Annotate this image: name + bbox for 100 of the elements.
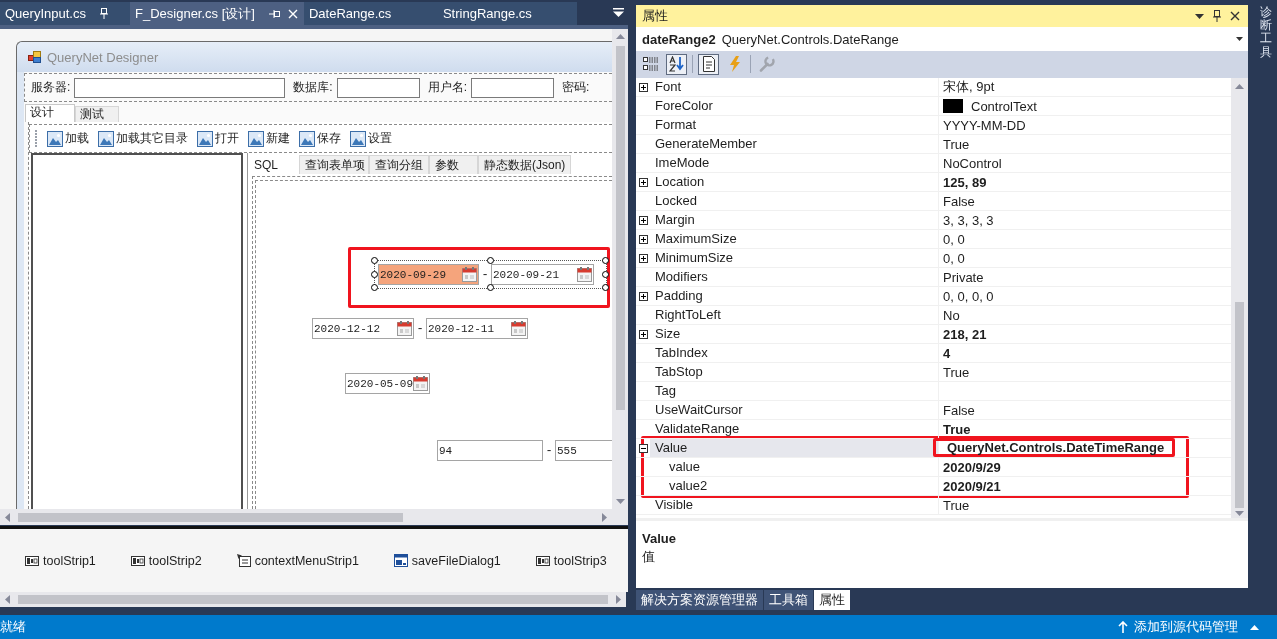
toolbar-button[interactable] bbox=[698, 53, 719, 75]
tab[interactable]: 查询分组 bbox=[369, 155, 429, 174]
scroll-right-icon[interactable] bbox=[602, 512, 607, 522]
document-tab[interactable]: F_Designer.cs [设计] bbox=[130, 2, 304, 25]
caret-up-icon[interactable] bbox=[1250, 624, 1259, 630]
panel-tab[interactable]: 属性 bbox=[814, 590, 850, 610]
document-tab[interactable]: DateRange.cs bbox=[303, 2, 438, 25]
scroll-right-icon[interactable] bbox=[616, 595, 621, 604]
panel-tab[interactable]: 工具箱 bbox=[764, 590, 813, 610]
property-name[interactable]: Location bbox=[650, 173, 939, 191]
caret-down-icon[interactable] bbox=[1236, 37, 1243, 41]
property-name[interactable]: Modifiers bbox=[650, 268, 939, 286]
property-name[interactable]: ForeColor bbox=[650, 97, 939, 115]
tab[interactable]: 静态数据(Json) bbox=[478, 155, 571, 174]
number-field[interactable]: 555 bbox=[555, 440, 612, 461]
property-name[interactable]: Padding bbox=[650, 287, 939, 305]
property-name[interactable]: UseWaitCursor bbox=[650, 401, 939, 419]
toolbar-button[interactable]: 设置 bbox=[348, 130, 394, 147]
tab[interactable]: 测试 bbox=[75, 106, 119, 122]
toolbar-button[interactable] bbox=[666, 53, 687, 75]
pin-icon[interactable] bbox=[268, 9, 280, 18]
component-item[interactable]: saveFileDialog1 bbox=[393, 553, 501, 568]
expand-icon[interactable] bbox=[638, 291, 648, 301]
property-name[interactable]: Tag bbox=[650, 382, 939, 400]
input-field[interactable] bbox=[336, 77, 420, 98]
date-field[interactable]: 2020-09-29 bbox=[378, 264, 479, 285]
close-icon[interactable] bbox=[1230, 11, 1240, 21]
scroll-down-icon[interactable] bbox=[615, 499, 625, 504]
tab[interactable]: 查询表单项 bbox=[299, 155, 369, 174]
tab[interactable]: 参数 bbox=[429, 155, 478, 174]
property-name[interactable]: Locked bbox=[650, 192, 939, 210]
horizontal-scrollbar[interactable] bbox=[0, 592, 626, 607]
expand-icon[interactable] bbox=[638, 234, 648, 244]
property-name[interactable]: GenerateMember bbox=[650, 135, 939, 153]
property-name[interactable]: RightToLeft bbox=[650, 306, 939, 324]
expand-icon[interactable] bbox=[638, 215, 648, 225]
scroll-down-icon[interactable] bbox=[1235, 511, 1244, 516]
calendar-icon[interactable] bbox=[462, 267, 477, 282]
scrollbar-thumb[interactable] bbox=[615, 46, 625, 410]
pin-icon[interactable] bbox=[99, 8, 108, 19]
date-field[interactable]: 2020-09-21 bbox=[491, 264, 594, 285]
toolbar-button[interactable]: 保存 bbox=[297, 130, 343, 147]
toolbar-button[interactable]: 加载 bbox=[45, 130, 91, 147]
expand-icon[interactable] bbox=[638, 177, 648, 187]
calendar-icon[interactable] bbox=[577, 267, 592, 282]
scrollbar-thumb[interactable] bbox=[18, 595, 608, 604]
property-name[interactable]: Margin bbox=[650, 211, 939, 229]
grip-icon[interactable] bbox=[35, 130, 38, 147]
document-tab[interactable]: StringRange.cs bbox=[437, 2, 577, 25]
scrollbar-thumb[interactable] bbox=[18, 512, 403, 522]
toolbar-button[interactable]: 新建 bbox=[246, 130, 292, 147]
object-selector[interactable]: dateRange2 QueryNet.Controls.DateRange bbox=[636, 27, 1248, 51]
property-name[interactable]: value bbox=[650, 458, 939, 476]
component-item[interactable]: toolStrip3 bbox=[535, 553, 607, 568]
property-name[interactable]: Size bbox=[650, 325, 939, 343]
dropdown-icon[interactable] bbox=[1195, 13, 1204, 19]
toolbar-button[interactable]: 打开 bbox=[195, 130, 241, 147]
property-name[interactable]: Font bbox=[650, 78, 939, 96]
horizontal-scrollbar[interactable] bbox=[0, 509, 612, 525]
component-item[interactable]: toolStrip2 bbox=[130, 553, 202, 568]
property-name[interactable]: ValidateRange bbox=[650, 420, 939, 438]
document-tab[interactable]: QueryInput.cs bbox=[0, 2, 130, 25]
property-name[interactable]: value2 bbox=[650, 477, 939, 495]
number-field[interactable]: 94 bbox=[437, 440, 543, 461]
input-field[interactable] bbox=[74, 77, 286, 98]
panel-tab[interactable]: 解决方案资源管理器 bbox=[636, 590, 763, 610]
property-name[interactable]: Visible bbox=[650, 496, 939, 514]
property-name[interactable]: MinimumSize bbox=[650, 249, 939, 267]
expand-icon[interactable] bbox=[638, 82, 648, 92]
component-item[interactable]: toolStrip1 bbox=[25, 553, 96, 568]
vertical-scrollbar[interactable] bbox=[1231, 78, 1248, 518]
property-name[interactable]: TabIndex bbox=[650, 344, 939, 362]
collapse-icon[interactable] bbox=[638, 443, 648, 453]
property-name[interactable]: MaximumSize bbox=[650, 230, 939, 248]
resize-handle[interactable] bbox=[486, 257, 494, 264]
vertical-scrollbar[interactable] bbox=[612, 29, 628, 509]
property-name[interactable]: ImeMode bbox=[650, 154, 939, 172]
expand-icon[interactable] bbox=[638, 253, 648, 263]
calendar-icon[interactable] bbox=[397, 321, 412, 336]
calendar-icon[interactable] bbox=[511, 321, 526, 336]
scroll-left-icon[interactable] bbox=[5, 512, 10, 522]
calendar-icon[interactable] bbox=[413, 376, 428, 391]
resize-handle[interactable] bbox=[486, 284, 494, 291]
component-item[interactable]: contextMenuStrip1 bbox=[236, 553, 359, 568]
scrollbar-thumb[interactable] bbox=[1235, 302, 1244, 508]
property-name[interactable]: Format bbox=[650, 116, 939, 134]
tab-list-dropdown-icon[interactable] bbox=[613, 8, 624, 17]
side-tab[interactable]: 诊断工具 bbox=[1260, 6, 1272, 59]
scroll-up-icon[interactable] bbox=[1235, 84, 1244, 89]
input-field[interactable] bbox=[471, 77, 555, 98]
scroll-left-icon[interactable] bbox=[5, 595, 10, 604]
property-name[interactable]: TabStop bbox=[650, 363, 939, 381]
pin-icon[interactable] bbox=[1213, 10, 1221, 22]
date-field[interactable]: 2020-12-11 bbox=[426, 318, 528, 339]
property-name[interactable]: Value bbox=[650, 439, 939, 457]
date-field[interactable]: 2020-12-12 bbox=[312, 318, 414, 339]
tab[interactable]: 设计 bbox=[25, 104, 75, 122]
expand-icon[interactable] bbox=[638, 329, 648, 339]
source-control-button[interactable]: 添加到源代码管理 bbox=[1134, 618, 1238, 636]
list-box[interactable] bbox=[31, 153, 243, 509]
